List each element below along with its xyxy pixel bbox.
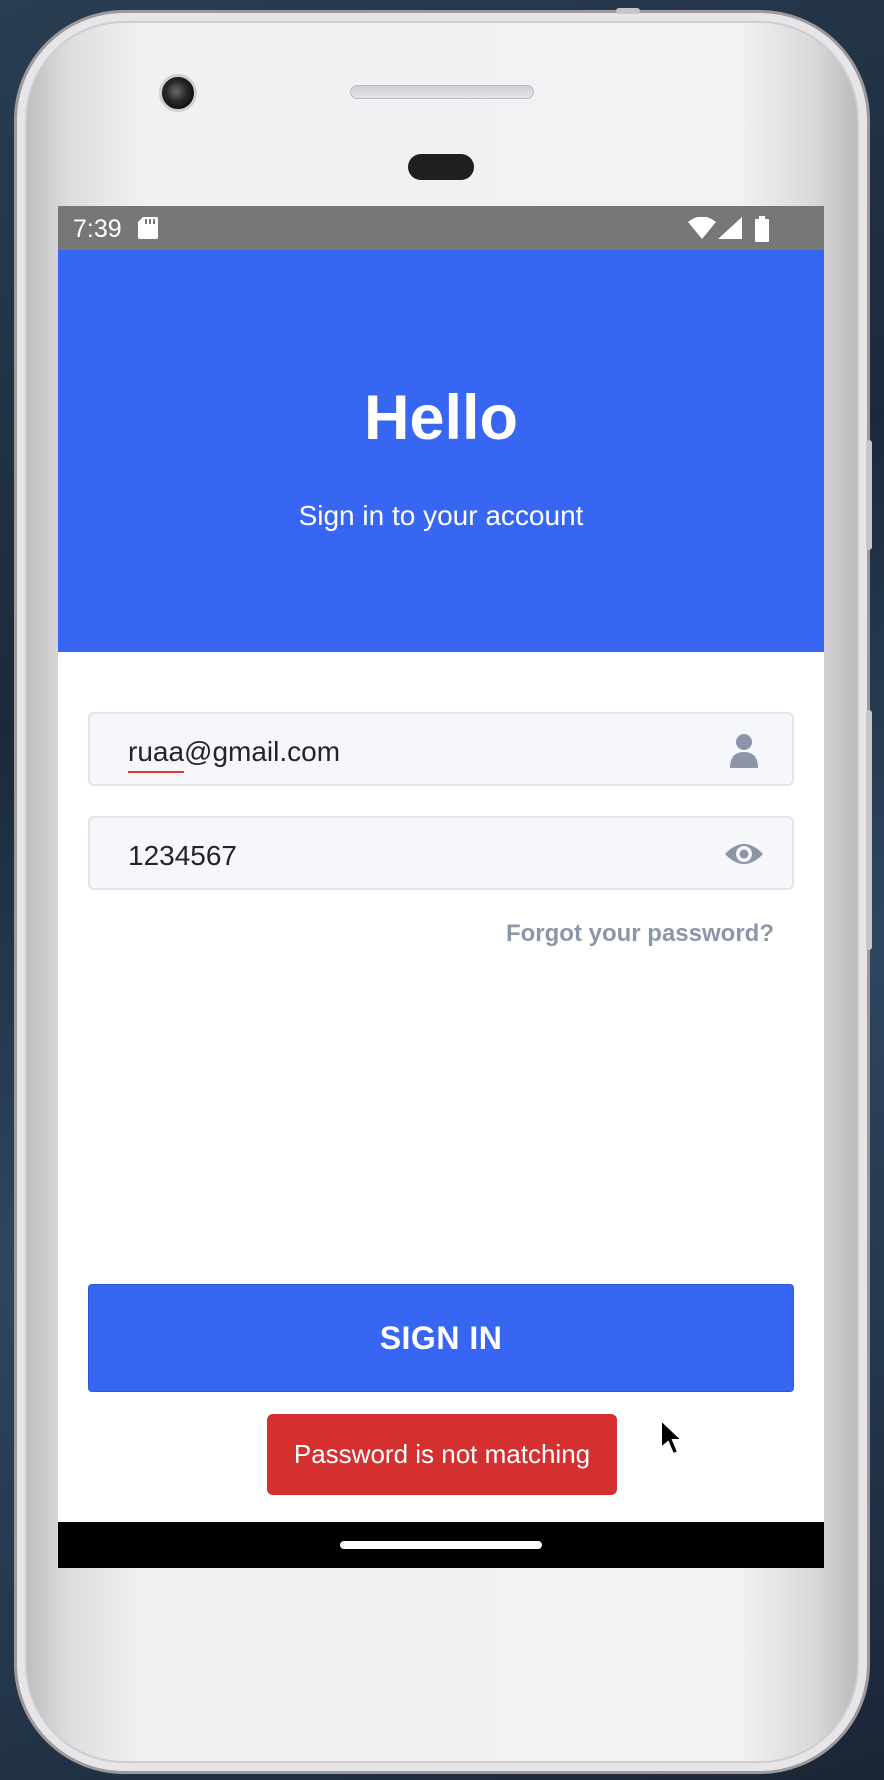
top-button <box>616 8 640 14</box>
home-gesture-handle[interactable] <box>340 1541 542 1549</box>
sign-in-button[interactable]: SIGN IN <box>88 1284 794 1392</box>
password-input-value[interactable]: 1234567 <box>128 840 688 872</box>
password-field[interactable]: 1234567 <box>88 816 794 890</box>
battery-icon <box>754 216 770 247</box>
eye-icon[interactable] <box>724 836 764 872</box>
mouse-cursor-icon <box>659 1417 685 1461</box>
forgot-password-link[interactable]: Forgot your password? <box>506 920 774 948</box>
email-input-value[interactable]: ruaa@gmail.com <box>128 736 688 768</box>
status-time: 7:39 <box>73 215 122 243</box>
volume-button <box>866 440 872 550</box>
navigation-bar <box>58 1522 824 1568</box>
front-camera <box>159 74 197 112</box>
header-banner: Hello Sign in to your account <box>58 250 824 652</box>
proximity-sensor <box>408 154 474 180</box>
page-title: Hello <box>363 383 519 453</box>
earpiece-speaker <box>350 85 534 99</box>
phone-screen: 7:39 Hello Sign in to your account ruaa@… <box>58 206 824 1568</box>
wifi-icon <box>688 216 716 244</box>
status-bar: 7:39 <box>58 206 824 250</box>
signal-icon <box>718 217 742 244</box>
spellcheck-underline <box>128 771 184 773</box>
person-icon <box>726 732 762 768</box>
power-button <box>866 710 872 950</box>
email-field[interactable]: ruaa@gmail.com <box>88 712 794 786</box>
sd-card-icon <box>138 217 158 244</box>
page-subtitle: Sign in to your account <box>298 500 584 531</box>
error-toast: Password is not matching <box>267 1414 617 1495</box>
